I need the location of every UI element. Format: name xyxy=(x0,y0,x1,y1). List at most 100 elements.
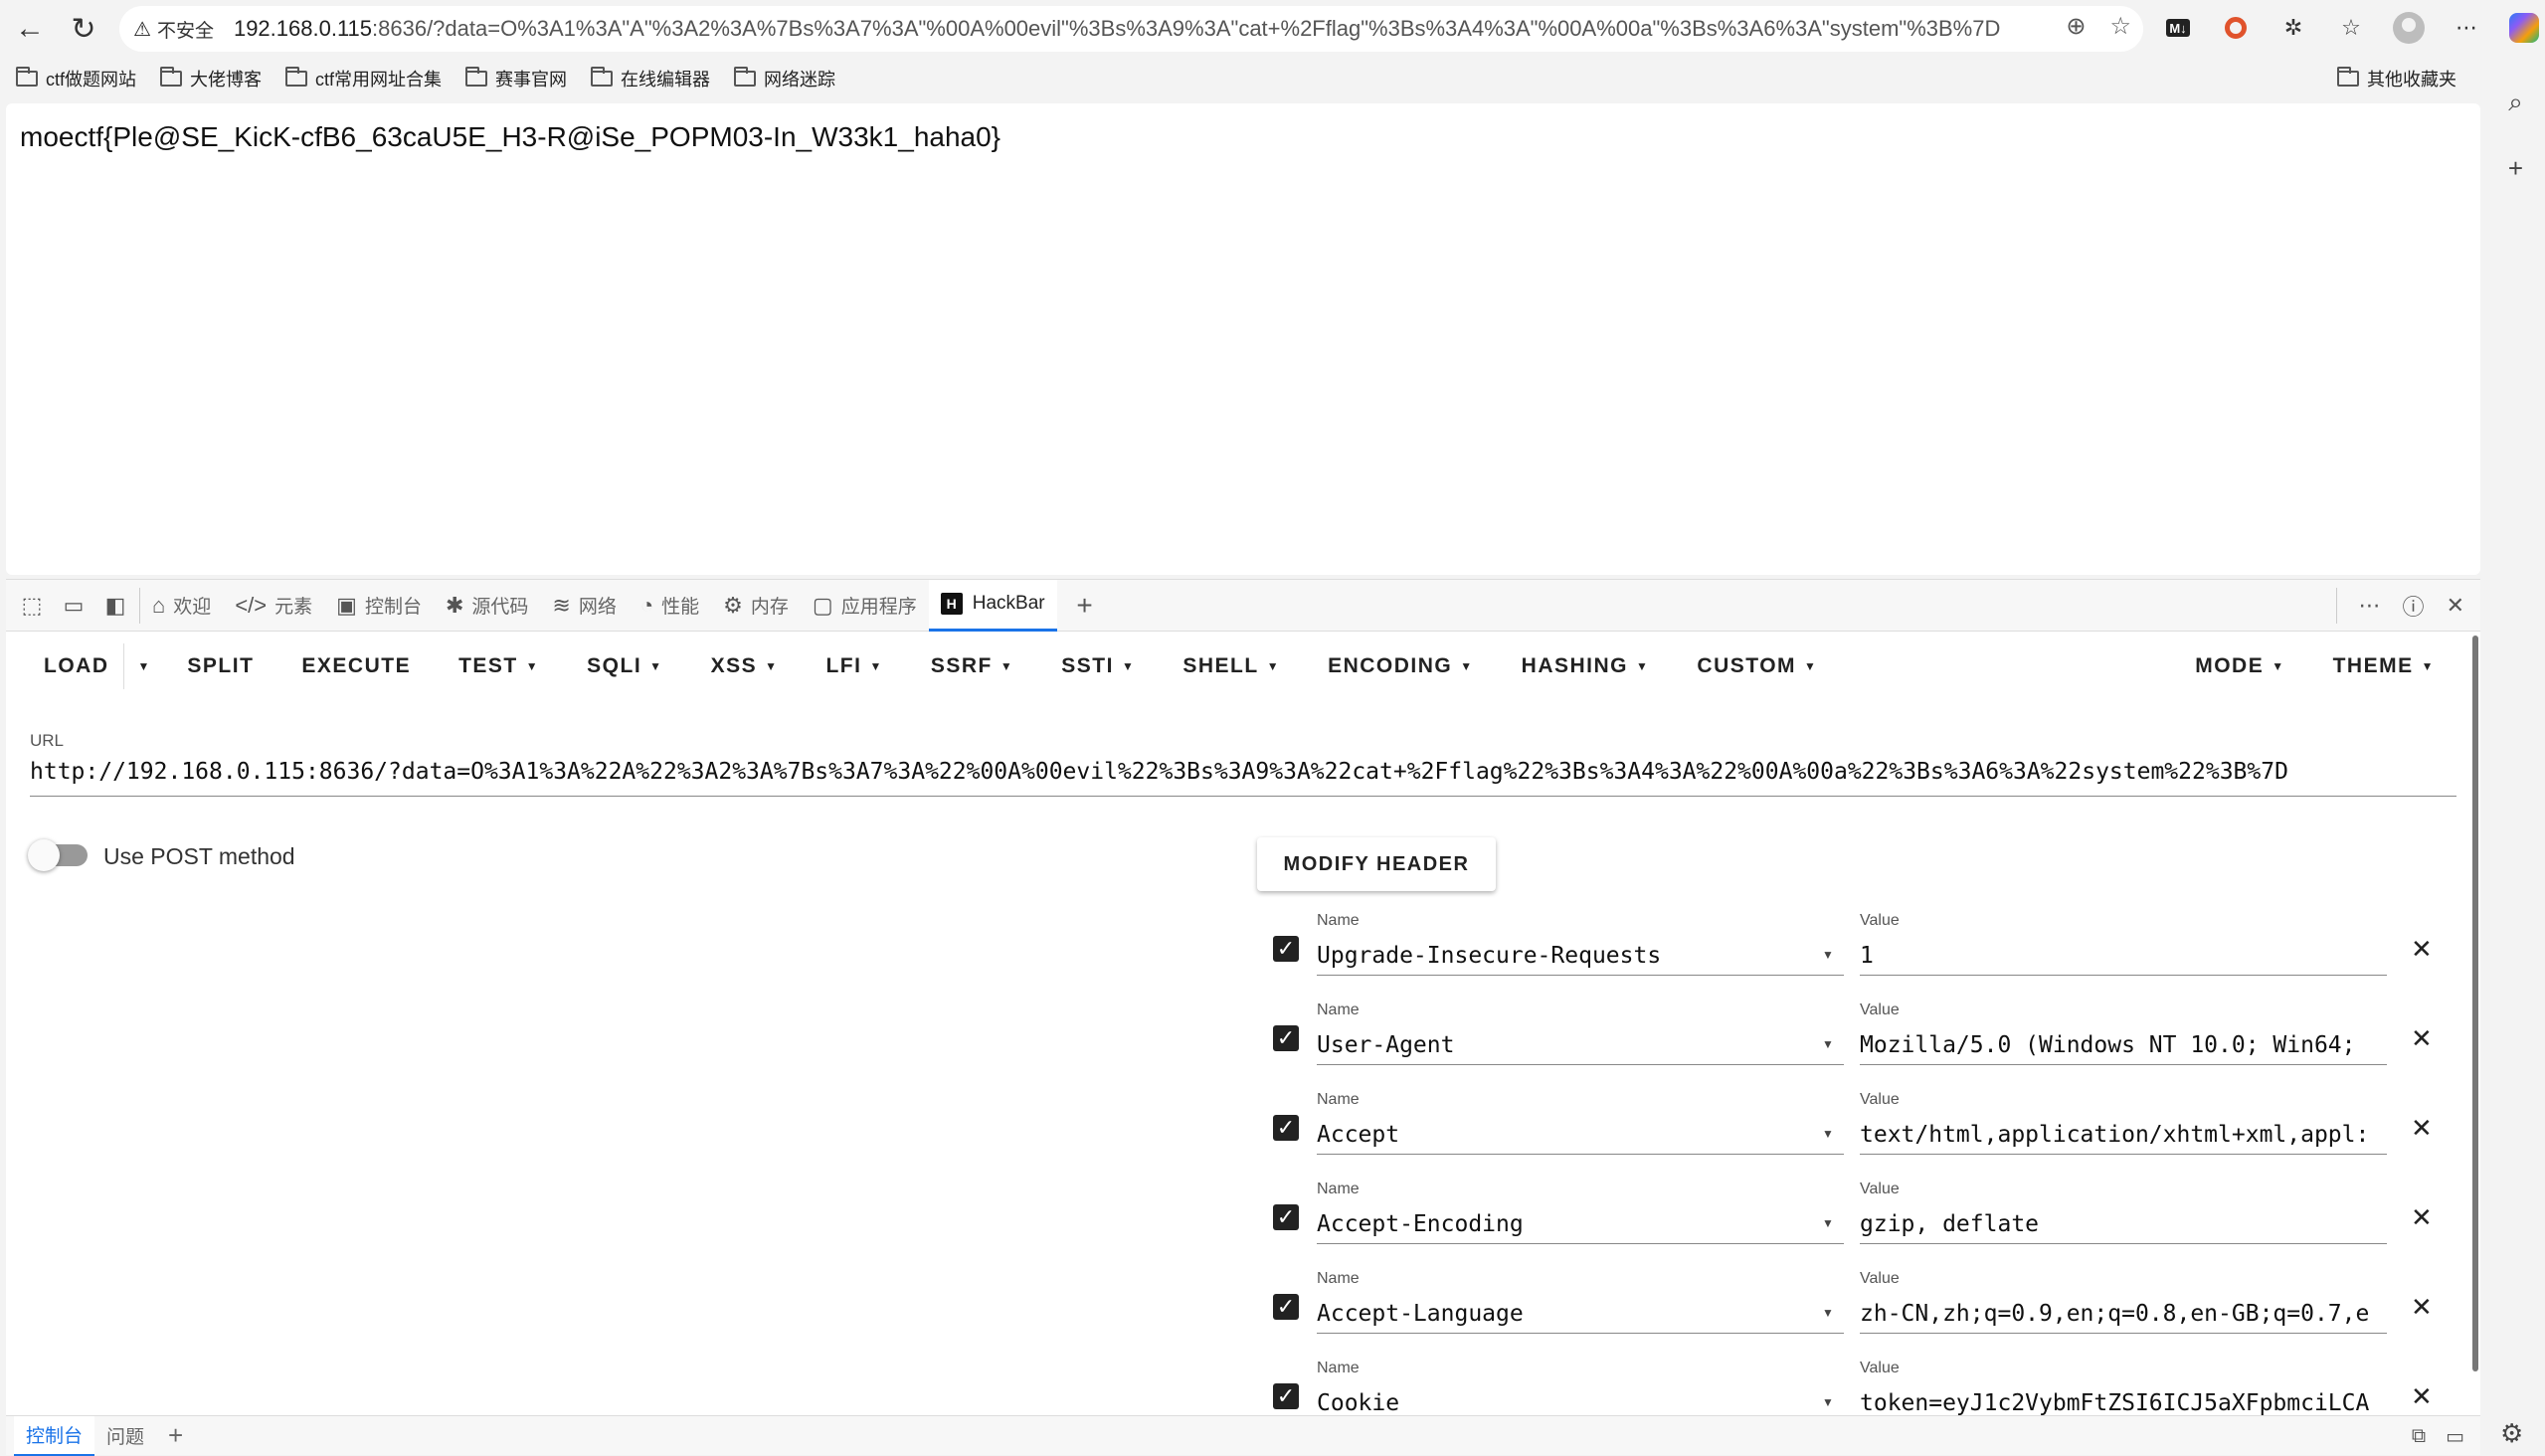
header-value-input[interactable]: gzip, deflate xyxy=(1860,1204,2387,1244)
load-dropdown-icon[interactable]: ▼ xyxy=(122,643,164,689)
tab-elements[interactable]: </> 元素 xyxy=(223,580,324,632)
bookmark-folder[interactable]: 在线编辑器 xyxy=(591,66,710,91)
tab-performance[interactable]: ◔ 性能 xyxy=(629,580,711,632)
more-menu-icon[interactable]: ⋯ xyxy=(2447,8,2486,48)
header-checkbox[interactable]: ✓ xyxy=(1273,1025,1299,1051)
header-name-input[interactable]: Accept-Encoding xyxy=(1317,1204,1844,1244)
close-icon[interactable]: ✕ xyxy=(2411,1023,2433,1054)
bookmark-folder[interactable]: 网络迷踪 xyxy=(734,66,835,91)
zoom-icon[interactable]: ⊕ xyxy=(2066,12,2086,41)
devtools-tabbar: ⬚ ▭ ◧ ⌂ 欢迎 </> 元素 ▣ 控制台 ✱ 源代码 ≋ 网络 ◔ 性能 ⚙ 内存 ▢ 应… xyxy=(6,579,2480,632)
caret-down-icon[interactable]: ▼ xyxy=(1822,1127,1834,1141)
header-name-input[interactable]: Upgrade-Insecure-Requests xyxy=(1317,936,1844,976)
lfi-menu[interactable]: LFI ▼ xyxy=(802,634,906,699)
caret-down-icon[interactable]: ▼ xyxy=(1822,1306,1834,1320)
header-checkbox[interactable]: ✓ xyxy=(1273,1294,1299,1320)
url-host: 192.168.0.115 xyxy=(233,16,373,41)
encoding-menu[interactable]: ENCODING ▼ xyxy=(1304,634,1498,699)
folder-icon xyxy=(2337,67,2359,87)
split-button[interactable]: SPLIT xyxy=(163,634,277,699)
shell-menu[interactable]: SHELL ▼ xyxy=(1159,634,1304,699)
sqli-menu[interactable]: SQLI ▼ xyxy=(563,634,686,699)
mode-menu[interactable]: MODE ▼ xyxy=(2171,634,2308,699)
settings-icon[interactable]: ⚙ xyxy=(2500,1410,2523,1456)
inspect-icon[interactable]: ⬚ xyxy=(14,588,50,624)
drawer-tab-issues[interactable]: 问题 xyxy=(94,1416,156,1456)
drawer-tab-console[interactable]: 控制台 xyxy=(14,1415,95,1456)
modify-header-button[interactable]: MODIFY HEADER xyxy=(1257,837,1496,891)
star-icon[interactable]: ☆ xyxy=(2109,12,2131,41)
reload-icon[interactable]: ↻ xyxy=(58,3,109,55)
more-icon[interactable]: ⋯ xyxy=(2359,593,2381,619)
address-bar[interactable]: ⚠ 不安全 192.168.0.115 :8636/?data=O%3A1%3A… xyxy=(119,6,2143,52)
close-icon[interactable]: ✕ xyxy=(2447,593,2464,619)
header-checkbox[interactable]: ✓ xyxy=(1273,936,1299,962)
add-tab-icon[interactable]: + xyxy=(1067,588,1103,624)
favorites-icon[interactable]: ☆ xyxy=(2331,8,2371,48)
xss-menu[interactable]: XSS ▼ xyxy=(687,634,803,699)
header-value-input[interactable]: text/html,application/xhtml+xml,appl: xyxy=(1860,1115,2387,1155)
bookmark-folder[interactable]: 大佬博客 xyxy=(160,66,262,91)
header-checkbox[interactable]: ✓ xyxy=(1273,1204,1299,1230)
undock-icon[interactable]: ⧉ xyxy=(2412,1425,2426,1448)
device-icon[interactable]: ▭ xyxy=(56,588,91,624)
tab-memory[interactable]: ⚙ 内存 xyxy=(711,580,801,632)
header-value-input[interactable]: 1 xyxy=(1860,936,2387,976)
close-icon[interactable]: ✕ xyxy=(2411,1292,2433,1323)
bookmark-folder[interactable]: ctf常用网址合集 xyxy=(285,66,442,91)
close-icon[interactable]: ✕ xyxy=(2411,1113,2433,1144)
custom-menu[interactable]: CUSTOM ▼ xyxy=(1673,634,1841,699)
dock-icon[interactable]: ◧ xyxy=(97,588,133,624)
profile-avatar[interactable] xyxy=(2389,8,2429,48)
tab-sources[interactable]: ✱ 源代码 xyxy=(434,580,540,632)
ssti-menu[interactable]: SSTI ▼ xyxy=(1037,634,1159,699)
caret-down-icon[interactable]: ▼ xyxy=(1822,1216,1834,1230)
scrollbar[interactable] xyxy=(2472,636,2478,1371)
back-icon[interactable]: ← xyxy=(4,3,56,55)
theme-menu[interactable]: THEME ▼ xyxy=(2309,634,2458,699)
header-value-input[interactable]: zh-CN,zh;q=0.9,en;q=0.8,en-GB;q=0.7,e xyxy=(1860,1294,2387,1334)
tab-welcome[interactable]: ⌂ 欢迎 xyxy=(140,580,223,632)
copilot-icon[interactable] xyxy=(2504,8,2544,48)
test-menu[interactable]: TEST ▼ xyxy=(435,634,563,699)
tab-console[interactable]: ▣ 控制台 xyxy=(324,580,434,632)
tab-network[interactable]: ≋ 网络 xyxy=(540,580,628,632)
execute-button[interactable]: EXECUTE xyxy=(277,634,435,699)
caret-down-icon[interactable]: ▼ xyxy=(1822,1395,1834,1409)
add-icon[interactable]: + xyxy=(2508,145,2523,191)
tab-application[interactable]: ▢ 应用程序 xyxy=(801,580,929,632)
console-icon: ▣ xyxy=(336,592,357,618)
url-label: URL xyxy=(30,731,65,750)
header-name-input[interactable]: Accept-Language xyxy=(1317,1294,1844,1334)
caret-down-icon: ▼ xyxy=(1460,659,1474,673)
tab-hackbar[interactable]: H HackBar xyxy=(928,579,1057,632)
caret-down-icon[interactable]: ▼ xyxy=(1822,948,1834,962)
close-icon[interactable]: ✕ xyxy=(2411,1381,2433,1412)
url-input[interactable]: http://192.168.0.115:8636/?data=O%3A1%3A… xyxy=(30,759,2456,797)
post-method-toggle[interactable] xyxy=(28,839,88,871)
bookmark-folder[interactable]: 赛事官网 xyxy=(465,66,567,91)
close-icon[interactable]: ✕ xyxy=(2411,1202,2433,1233)
header-row: ✓ Name Upgrade-Insecure-Requests ▼ Value… xyxy=(1269,908,2443,998)
close-icon[interactable]: ✕ xyxy=(2411,934,2433,965)
header-checkbox[interactable]: ✓ xyxy=(1273,1115,1299,1141)
search-icon[interactable]: ⌕ xyxy=(2508,80,2523,125)
header-name-input[interactable]: Accept xyxy=(1317,1115,1844,1155)
ssrf-menu[interactable]: SSRF ▼ xyxy=(907,634,1037,699)
bookmark-folder[interactable]: ctf做题网站 xyxy=(16,66,136,91)
extensions-puzzle-icon[interactable]: ✲ xyxy=(2273,8,2313,48)
help-icon[interactable]: ⓘ xyxy=(2403,590,2425,622)
extension-m-icon[interactable]: M↓ xyxy=(2158,8,2198,48)
drawer-toggle-icon[interactable]: ▭ xyxy=(2446,1424,2464,1449)
extension-circle-icon[interactable] xyxy=(2216,8,2256,48)
add-drawer-tab-icon[interactable]: + xyxy=(156,1416,195,1456)
header-name-input[interactable]: User-Agent xyxy=(1317,1025,1844,1065)
header-checkbox[interactable]: ✓ xyxy=(1273,1383,1299,1409)
other-favorites[interactable]: 其他收藏夹 xyxy=(2337,60,2456,97)
load-button[interactable]: LOAD xyxy=(20,634,123,699)
caret-down-icon[interactable]: ▼ xyxy=(1822,1037,1834,1051)
hashing-menu[interactable]: HASHING ▼ xyxy=(1498,634,1674,699)
header-value-input[interactable]: Mozilla/5.0 (Windows NT 10.0; Win64; xyxy=(1860,1025,2387,1065)
bug-icon: ✱ xyxy=(445,592,464,618)
code-icon: </> xyxy=(235,592,268,618)
